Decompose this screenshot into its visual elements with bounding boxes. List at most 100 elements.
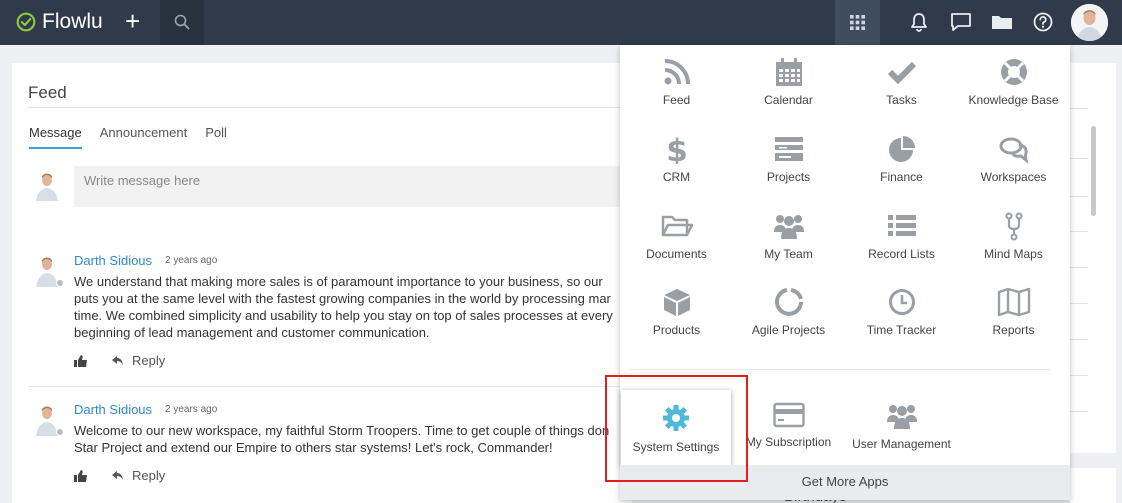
tab-message[interactable]: Message — [29, 125, 82, 149]
app-label: Calendar — [764, 93, 813, 107]
search-button[interactable] — [160, 0, 204, 45]
app-feed[interactable]: Feed — [620, 57, 733, 133]
reply-link[interactable]: Reply — [132, 353, 165, 368]
post-body: Welcome to our new workspace, my faithfu… — [74, 422, 634, 456]
app-label: Reports — [992, 323, 1035, 337]
scrollbar[interactable] — [1091, 126, 1096, 216]
post-actions: Reply — [74, 353, 165, 368]
message-input[interactable]: Write message here — [74, 166, 634, 207]
dollar-icon: $ — [666, 134, 688, 164]
app-agile-projects[interactable]: Agile Projects — [732, 287, 845, 363]
folder-icon — [661, 215, 693, 237]
list-icon — [887, 215, 916, 236]
divider — [1070, 158, 1088, 159]
top-bar: Flowlu + — [0, 0, 1122, 45]
lifebuoy-icon — [1000, 59, 1027, 85]
divider — [1070, 303, 1088, 304]
post-author[interactable]: Darth Sidious — [74, 253, 152, 268]
app-record-lists[interactable]: Record Lists — [845, 211, 958, 287]
logo-check-icon — [16, 12, 36, 32]
post-author[interactable]: Darth Sidious — [74, 402, 152, 417]
app-label: Agile Projects — [751, 323, 826, 337]
feed-tabs: Message Announcement Poll — [29, 125, 227, 149]
reply-link[interactable]: Reply — [132, 468, 165, 483]
like-icon[interactable] — [74, 469, 88, 482]
page-title: Feed — [28, 83, 67, 102]
divider — [28, 107, 632, 108]
app-knowledge-base[interactable]: Knowledge Base — [957, 57, 1070, 133]
app-projects[interactable]: Projects — [732, 134, 845, 210]
app-label: Tasks — [886, 93, 917, 107]
map-icon — [997, 287, 1030, 317]
app-my-team[interactable]: My Team — [732, 211, 845, 287]
tab-poll[interactable]: Poll — [205, 125, 227, 149]
app-label: CRM — [662, 170, 691, 184]
post-line: time. We combined simplicity and usabili… — [74, 308, 613, 323]
reply-icon[interactable] — [112, 470, 124, 481]
folder-icon[interactable] — [991, 12, 1013, 32]
app-label: Knowledge Base — [968, 93, 1059, 107]
user-avatar[interactable] — [1071, 4, 1108, 41]
post-body: We understand that making more sales is … — [74, 273, 634, 341]
highlight-box — [605, 375, 748, 482]
check-icon — [887, 61, 916, 85]
post-actions: Reply — [74, 468, 165, 483]
feed-post: Darth Sidious 2 years ago We understand … — [28, 253, 632, 373]
app-mind-maps[interactable]: Mind Maps — [957, 211, 1070, 287]
post-line: beginning of lead management and custome… — [74, 325, 430, 340]
app-label: Feed — [662, 93, 691, 107]
app-workspaces[interactable]: Workspaces — [957, 134, 1070, 210]
add-icon[interactable]: + — [125, 8, 140, 34]
help-icon[interactable] — [1033, 12, 1053, 32]
tab-announcement[interactable]: Announcement — [100, 125, 187, 149]
divider — [1070, 411, 1088, 412]
chat-bubbles-icon — [999, 137, 1029, 164]
rss-icon — [664, 59, 690, 85]
post-time: 2 years ago — [165, 255, 218, 266]
app-label: User Management — [852, 437, 951, 451]
right-widget-panel — [1070, 63, 1116, 453]
divider — [28, 386, 632, 387]
app-calendar[interactable]: Calendar — [732, 57, 845, 133]
ring-icon — [774, 288, 803, 316]
cube-icon — [663, 289, 690, 316]
app-crm[interactable]: $ CRM — [620, 134, 733, 210]
divider — [1070, 267, 1088, 268]
post-line: Welcome to our new workspace, my faithfu… — [74, 423, 610, 438]
svg-text:$: $ — [666, 134, 688, 164]
app-label: My Subscription — [745, 435, 832, 449]
post-line: puts you at the same level with the fast… — [74, 291, 611, 306]
app-label: Record Lists — [868, 247, 935, 261]
app-time-tracker[interactable]: Time Tracker — [845, 287, 958, 363]
divider — [1070, 375, 1088, 376]
app-tasks[interactable]: Tasks — [845, 57, 958, 133]
apps-menu-button[interactable] — [835, 0, 880, 45]
birthdays-panel — [1070, 468, 1116, 503]
divider — [630, 369, 1050, 370]
app-label: Finance — [880, 170, 923, 184]
post-line: Star Project and extend our Empire to ot… — [74, 440, 553, 455]
app-documents[interactable]: Documents — [620, 211, 733, 287]
grid-icon — [850, 15, 865, 30]
app-finance[interactable]: Finance — [845, 134, 958, 210]
app-label: Mind Maps — [984, 247, 1043, 261]
app-products[interactable]: Products — [620, 287, 733, 363]
app-label: Workspaces — [980, 170, 1047, 184]
app-label: Documents — [646, 247, 707, 261]
divider — [1070, 108, 1088, 109]
status-dot — [56, 428, 64, 436]
logo[interactable]: Flowlu — [16, 10, 103, 34]
divider — [1070, 231, 1088, 232]
bell-icon[interactable] — [909, 12, 929, 32]
like-icon[interactable] — [74, 354, 88, 367]
feed-panel: Feed Message Announcement Poll Write mes… — [12, 63, 634, 503]
reply-icon[interactable] — [112, 355, 124, 366]
post-line: We understand that making more sales is … — [74, 274, 603, 289]
chat-icon[interactable] — [950, 12, 972, 32]
app-label: Projects — [766, 170, 811, 184]
app-reports[interactable]: Reports — [957, 287, 1070, 363]
branch-icon — [1005, 212, 1022, 241]
compose-avatar — [32, 169, 62, 206]
search-icon — [174, 14, 190, 30]
users-icon — [886, 405, 917, 429]
